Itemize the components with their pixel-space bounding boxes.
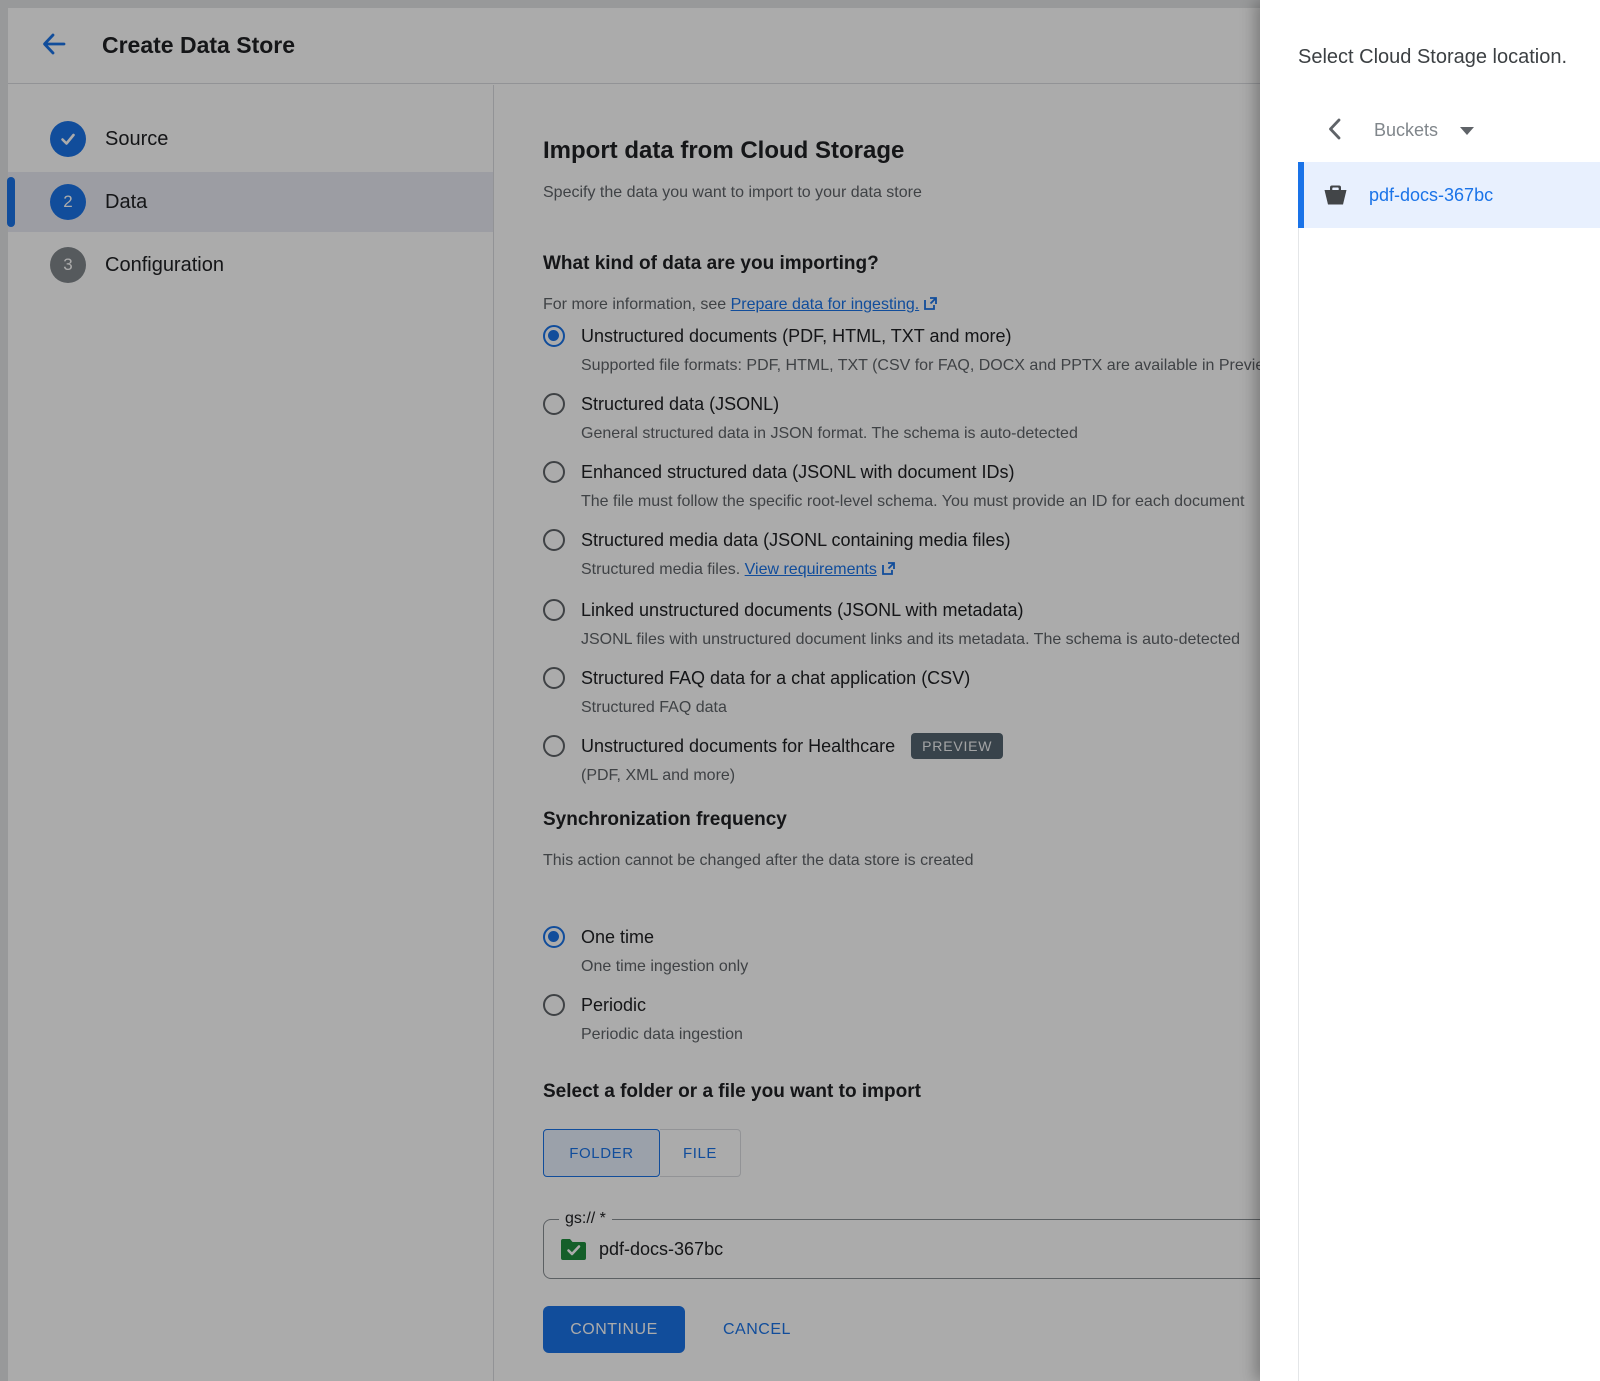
bucket-list-item[interactable]: pdf-docs-367bc xyxy=(1298,162,1600,228)
selected-item-indicator xyxy=(1298,162,1304,228)
bucket-breadcrumb: Buckets xyxy=(1260,112,1600,148)
bucket-name: pdf-docs-367bc xyxy=(1369,185,1493,206)
breadcrumb-back-button[interactable] xyxy=(1320,116,1348,144)
panel-title: Select Cloud Storage location. xyxy=(1298,46,1567,69)
chevron-left-icon xyxy=(1327,117,1342,144)
buckets-dropdown[interactable]: Buckets xyxy=(1374,120,1474,141)
modal-scrim xyxy=(0,0,1260,1381)
chevron-down-icon xyxy=(1460,127,1474,135)
bucket-list-divider xyxy=(1298,162,1299,1381)
cloud-storage-location-panel: Select Cloud Storage location. Buckets p… xyxy=(1260,0,1600,1381)
bucket-icon xyxy=(1323,183,1348,207)
buckets-dropdown-label: Buckets xyxy=(1374,120,1438,141)
